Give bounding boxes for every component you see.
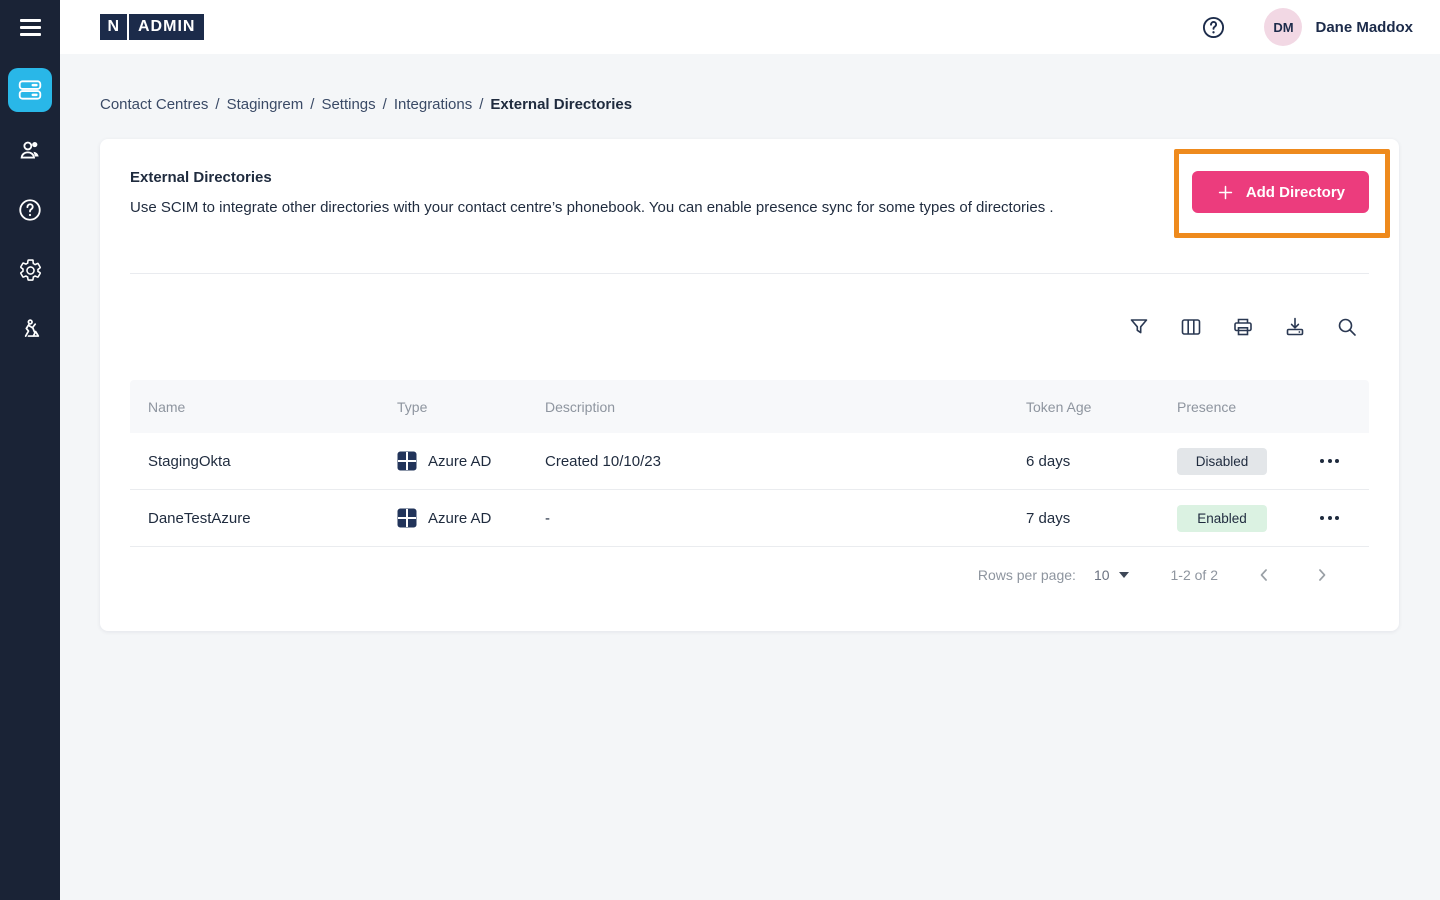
cell-actions	[1290, 453, 1369, 469]
sidebar-item-directories[interactable]	[8, 68, 52, 112]
rows-per-page-select[interactable]: 10	[1094, 567, 1129, 583]
logo-admin: ADMIN	[129, 14, 204, 40]
top-header: N ADMIN DM Dane Maddox	[60, 0, 1440, 54]
page-title: External Directories	[130, 169, 1369, 186]
cell-name: StagingOkta	[130, 453, 379, 470]
next-page-button[interactable]	[1310, 563, 1334, 587]
print-button[interactable]	[1231, 315, 1255, 339]
cell-description: -	[527, 510, 1008, 527]
filter-button[interactable]	[1127, 315, 1151, 339]
rows-per-page-label: Rows per page:	[978, 567, 1076, 583]
column-header-name: Name	[130, 399, 379, 415]
app-logo: N ADMIN	[100, 14, 204, 40]
breadcrumb-separator: /	[479, 96, 483, 113]
rows-per-page-value: 10	[1094, 567, 1110, 583]
download-icon	[1283, 315, 1307, 339]
breadcrumb-current: External Directories	[490, 96, 632, 113]
chevron-right-icon	[1312, 565, 1332, 585]
print-icon	[1231, 315, 1255, 339]
users-icon	[17, 137, 43, 163]
azure-ad-icon	[397, 451, 417, 471]
sidebar	[0, 0, 60, 900]
cell-token-age: 6 days	[1008, 453, 1159, 470]
sidebar-nav	[0, 54, 60, 352]
status-badge: Disabled	[1177, 448, 1267, 475]
column-header-type: Type	[379, 399, 527, 415]
plus-icon	[1216, 183, 1235, 202]
cell-name: DaneTestAzure	[130, 510, 379, 527]
sidebar-item-roadworks[interactable]	[8, 308, 52, 352]
pagination: Rows per page: 10 1-2 of 2	[100, 547, 1399, 603]
azure-ad-icon	[397, 508, 417, 528]
help-button[interactable]	[1201, 15, 1226, 40]
external-directories-panel: External Directories Use SCIM to integra…	[100, 139, 1399, 631]
view-columns-icon	[1179, 315, 1203, 339]
directories-table: Name Type Description Token Age Presence…	[130, 380, 1369, 547]
cell-type-label: Azure AD	[428, 510, 491, 527]
pagination-range: 1-2 of 2	[1171, 567, 1218, 583]
chevron-down-icon	[1119, 572, 1129, 578]
logo-n: N	[100, 14, 127, 40]
column-header-description: Description	[527, 399, 1008, 415]
gear-icon	[18, 258, 43, 283]
help-circle-icon	[1201, 15, 1226, 40]
construction-icon	[17, 317, 43, 343]
status-badge: Enabled	[1177, 505, 1267, 532]
view-columns-button[interactable]	[1179, 315, 1203, 339]
column-header-token-age: Token Age	[1008, 399, 1159, 415]
table-row: StagingOkta Azure AD Created 10/10/23 6 …	[130, 433, 1369, 490]
download-button[interactable]	[1283, 315, 1307, 339]
cell-type: Azure AD	[379, 451, 527, 471]
breadcrumb-separator: /	[215, 96, 219, 113]
add-directory-label: Add Directory	[1246, 184, 1345, 201]
chevron-left-icon	[1254, 565, 1274, 585]
table-header-row: Name Type Description Token Age Presence	[130, 380, 1369, 433]
cell-description: Created 10/10/23	[527, 453, 1008, 470]
row-actions-button[interactable]	[1316, 510, 1343, 526]
search-button[interactable]	[1335, 315, 1359, 339]
breadcrumb-separator: /	[383, 96, 387, 113]
breadcrumb-link-stagingrem[interactable]: Stagingrem	[227, 96, 304, 113]
breadcrumb: Contact Centres / Stagingrem / Settings / Inte…	[100, 96, 1440, 113]
cell-presence: Enabled	[1159, 505, 1290, 532]
column-header-presence: Presence	[1159, 399, 1290, 415]
filter-icon	[1127, 315, 1151, 339]
hamburger-menu-button[interactable]	[0, 0, 60, 54]
cell-type: Azure AD	[379, 508, 527, 528]
panel-header: External Directories Use SCIM to integra…	[100, 139, 1399, 273]
breadcrumb-separator: /	[310, 96, 314, 113]
sidebar-item-users[interactable]	[8, 128, 52, 172]
server-stack-icon	[17, 77, 43, 103]
page-description: Use SCIM to integrate other directories …	[130, 199, 1369, 216]
breadcrumb-link-settings[interactable]: Settings	[321, 96, 375, 113]
table-row: DaneTestAzure Azure AD - 7 days Enabled	[130, 490, 1369, 547]
sidebar-item-settings[interactable]	[8, 248, 52, 292]
help-circle-icon	[17, 197, 43, 223]
row-actions-button[interactable]	[1316, 453, 1343, 469]
table-toolbar	[100, 274, 1399, 380]
breadcrumb-link-integrations[interactable]: Integrations	[394, 96, 472, 113]
search-icon	[1335, 315, 1359, 339]
cell-presence: Disabled	[1159, 448, 1290, 475]
user-name: Dane Maddox	[1315, 19, 1413, 36]
sidebar-item-help[interactable]	[8, 188, 52, 232]
add-directory-button[interactable]: Add Directory	[1192, 171, 1369, 213]
cell-type-label: Azure AD	[428, 453, 491, 470]
cell-token-age: 7 days	[1008, 510, 1159, 527]
breadcrumb-link-contact-centres[interactable]: Contact Centres	[100, 96, 208, 113]
previous-page-button[interactable]	[1252, 563, 1276, 587]
main-content: Contact Centres / Stagingrem / Settings / Inte…	[60, 54, 1440, 900]
cell-actions	[1290, 510, 1369, 526]
avatar[interactable]: DM	[1264, 8, 1302, 46]
